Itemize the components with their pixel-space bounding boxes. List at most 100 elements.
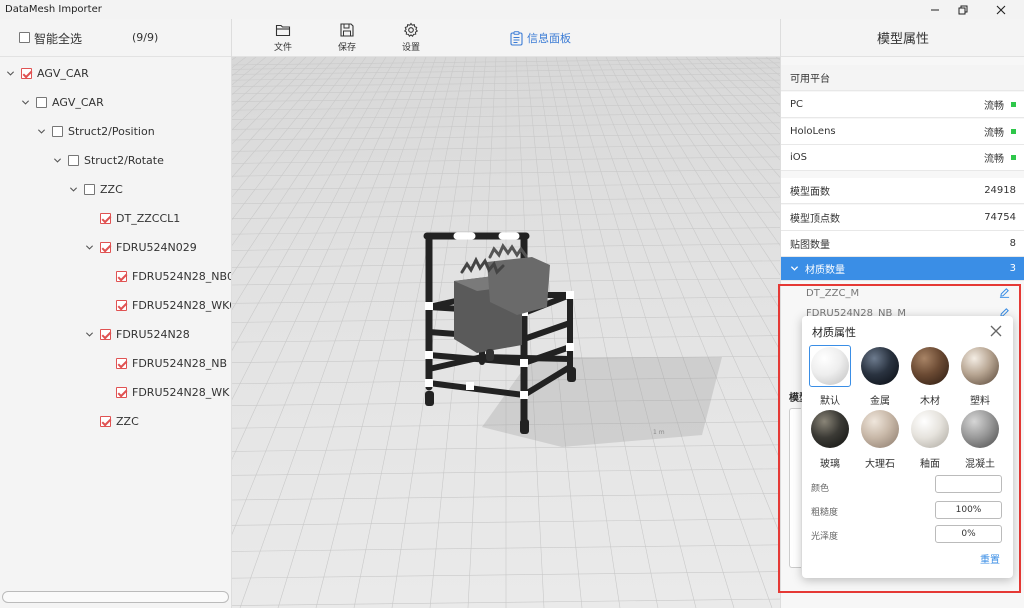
- select-all-label[interactable]: 智能全选: [34, 30, 82, 47]
- tree-node[interactable]: FDRU524N029: [83, 238, 197, 256]
- tree-node[interactable]: Struct2/Position: [35, 122, 155, 140]
- chevron-down-icon[interactable]: [4, 67, 16, 79]
- material-preset[interactable]: 木材: [910, 345, 950, 407]
- tree-checkbox[interactable]: [116, 386, 127, 398]
- material-preset[interactable]: 塑料: [960, 345, 1000, 407]
- tree-checkbox[interactable]: [100, 328, 111, 340]
- select-count: (9/9): [132, 31, 159, 44]
- chevron-down-icon[interactable]: [67, 183, 79, 195]
- status-indicator: [1011, 102, 1016, 107]
- color-field[interactable]: [935, 475, 1002, 493]
- tree-node-label: FDRU524N28_NB001: [132, 269, 231, 283]
- chevron-down-icon[interactable]: [83, 328, 95, 340]
- close-button[interactable]: [983, 0, 1019, 19]
- tree-checkbox[interactable]: [116, 299, 127, 311]
- color-label: 颜色: [811, 484, 830, 494]
- platform-header-label: 可用平台: [790, 74, 830, 85]
- grid-line: [277, 57, 447, 608]
- grid-line: [605, 57, 780, 401]
- platform-header: 可用平台: [781, 65, 1024, 91]
- hierarchy-panel: 智能全选 (9/9) AGV_CAR AGV_CAR Struct2/Positio…: [0, 19, 232, 608]
- maximize-button[interactable]: [945, 0, 981, 19]
- tree-node-label: FDRU524N28_WK001: [132, 298, 231, 312]
- tree-checkbox[interactable]: [36, 96, 47, 108]
- material-swatch-frame: [859, 408, 901, 450]
- material-preset[interactable]: 釉面: [910, 408, 950, 470]
- material-swatch: [811, 410, 849, 448]
- tree-node[interactable]: AGV_CAR: [19, 93, 104, 111]
- tree-node[interactable]: AGV_CAR: [4, 64, 89, 82]
- material-preset[interactable]: 默认: [809, 345, 851, 407]
- chevron-down-icon[interactable]: [51, 154, 63, 166]
- settings-label: 设置: [401, 43, 420, 53]
- grid-line: [705, 57, 780, 131]
- tree-node-label: AGV_CAR: [37, 66, 89, 80]
- tree-checkbox[interactable]: [116, 270, 127, 282]
- tree-node-label: ZZC: [100, 182, 123, 196]
- tree-checkbox[interactable]: [68, 154, 79, 166]
- folder-icon: [275, 24, 291, 37]
- tree-node[interactable]: Struct2/Rotate: [51, 151, 164, 169]
- file-button[interactable]: 文件: [263, 22, 303, 56]
- info-panel-tab[interactable]: 信息面板: [510, 30, 571, 46]
- tree-node-label: ZZC: [116, 414, 139, 428]
- grid-line: [575, 57, 773, 608]
- reset-button[interactable]: 重置: [980, 551, 1000, 566]
- gloss-input[interactable]: 0%: [935, 525, 1002, 543]
- material-swatch-frame: [909, 408, 951, 450]
- tree-checkbox[interactable]: [100, 241, 111, 253]
- tree-node[interactable]: FDRU524N28_NB: [99, 354, 227, 372]
- stat-label: 贴图数量: [790, 240, 830, 251]
- material-preset[interactable]: 大理石: [860, 408, 900, 470]
- tree-node[interactable]: ZZC: [67, 180, 123, 198]
- tree-node[interactable]: FDRU524N28_NB001: [99, 267, 231, 285]
- tree-checkbox[interactable]: [52, 125, 63, 137]
- tree-node-label: Struct2/Rotate: [84, 153, 164, 167]
- tree-checkbox[interactable]: [116, 357, 127, 369]
- chevron-down-icon[interactable]: [83, 241, 95, 253]
- material-preset[interactable]: 混凝土: [960, 408, 1000, 470]
- save-button[interactable]: 保存: [327, 22, 367, 56]
- 3d-viewport[interactable]: 1 m: [232, 57, 780, 608]
- tree-node-label: FDRU524N28_NB: [132, 356, 227, 370]
- material-preset[interactable]: 玻璃: [810, 408, 850, 470]
- roughness-input[interactable]: 100%: [935, 501, 1002, 519]
- material-preset-label: 玻璃: [820, 459, 840, 470]
- materials-header[interactable]: 材质数量 3: [781, 257, 1024, 281]
- tree-node[interactable]: FDRU524N28: [83, 325, 190, 343]
- grid-line: [665, 57, 780, 198]
- grid-line: [565, 57, 735, 608]
- material-properties-popup: 材质属性 默认 金属 木材 塑料 玻璃 大理石 釉面 混凝土 颜色 粗糙度 100% 光泽度 …: [802, 316, 1013, 578]
- materials-count: 3: [1009, 263, 1016, 274]
- material-preset[interactable]: 金属: [860, 345, 900, 407]
- chevron-down-icon[interactable]: [35, 125, 47, 137]
- material-preset-label: 大理石: [865, 459, 895, 470]
- select-all-checkbox[interactable]: [19, 32, 30, 43]
- tree-checkbox[interactable]: [21, 67, 32, 79]
- file-label: 文件: [273, 43, 292, 53]
- stat-value: 8: [1009, 238, 1016, 249]
- tree-checkbox[interactable]: [84, 183, 95, 195]
- tree-node[interactable]: ZZC: [83, 412, 139, 430]
- grid-line: [625, 57, 780, 311]
- status-indicator: [1011, 155, 1016, 160]
- close-icon[interactable]: [990, 325, 1002, 337]
- settings-button[interactable]: 设置: [391, 22, 431, 56]
- platform-name: HoloLens: [790, 126, 836, 137]
- tree-node-label: FDRU524N28: [116, 327, 190, 341]
- chevron-down-icon[interactable]: [19, 96, 31, 108]
- tree-node[interactable]: FDRU524N28_WK001: [99, 296, 231, 314]
- grid-line: [545, 57, 659, 608]
- tree-node[interactable]: DT_ZZCCL1: [83, 209, 180, 227]
- tree-checkbox[interactable]: [100, 415, 111, 427]
- horizontal-scrollbar[interactable]: [2, 591, 229, 603]
- roughness-label: 粗糙度: [811, 508, 839, 518]
- tree-checkbox[interactable]: [100, 212, 111, 224]
- grid-line: [635, 57, 780, 276]
- chevron-down-icon: [790, 266, 799, 271]
- material-swatch-frame: [809, 408, 851, 450]
- tree-node[interactable]: FDRU524N28_WK: [99, 383, 229, 401]
